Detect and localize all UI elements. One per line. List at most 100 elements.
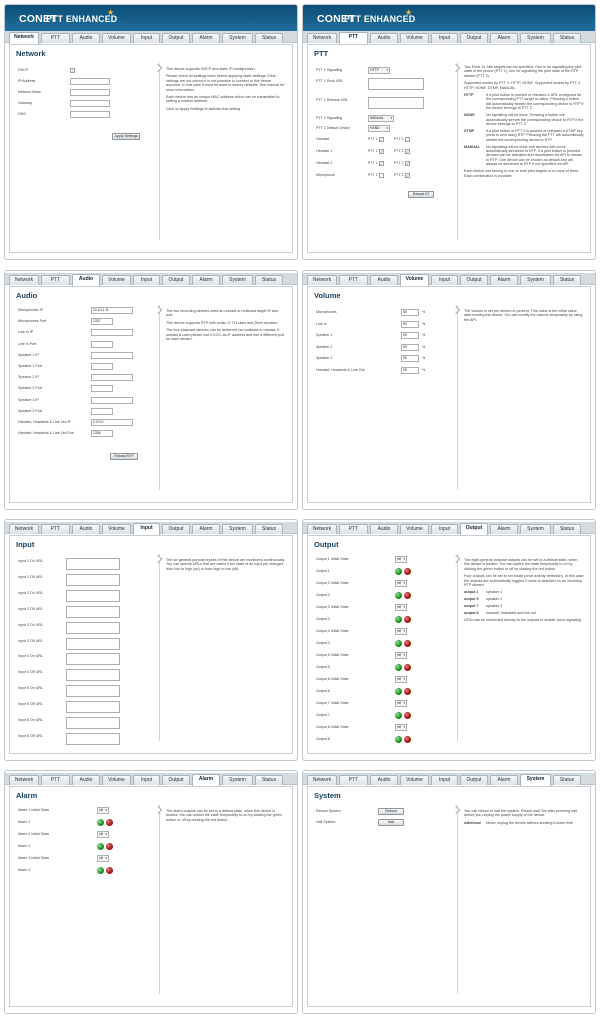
output-initial-state-select[interactable]: off ▾ [395, 604, 407, 611]
tab-volume[interactable]: Volume [102, 33, 131, 43]
tab-output[interactable]: Output [162, 775, 190, 785]
tab-network[interactable]: Network [307, 33, 337, 43]
led-on-button[interactable] [395, 592, 402, 599]
ptt1-checkbox[interactable]: ✓ [379, 149, 384, 154]
tab-status[interactable]: Status [255, 275, 283, 285]
audio-field-input[interactable]: 10.10.2.11 [91, 307, 133, 314]
led-on-button[interactable] [395, 616, 402, 623]
tab-alarm[interactable]: Alarm [490, 775, 518, 785]
reboot-button[interactable]: Reboot [378, 808, 404, 815]
led-on-button[interactable] [97, 867, 104, 874]
tab-status[interactable]: Status [255, 524, 283, 534]
tab-status[interactable]: Status [255, 775, 283, 785]
tab-ptt[interactable]: PTT [41, 275, 70, 285]
led-off-button[interactable] [404, 592, 411, 599]
input-url-input[interactable] [66, 653, 120, 666]
led-off-button[interactable] [106, 843, 113, 850]
ip-input[interactable] [70, 78, 110, 85]
alarm-initial-state-select[interactable]: off ▾ [97, 807, 109, 814]
input-url-input[interactable] [66, 637, 120, 650]
volume-input[interactable]: 90 [401, 366, 419, 374]
tab-input[interactable]: Input [133, 275, 160, 285]
ptt1-signalling-select[interactable]: HTTP ▾ [368, 67, 390, 74]
tab-status[interactable]: Status [553, 775, 581, 785]
tab-ptt[interactable]: PTT [339, 275, 368, 285]
volume-input[interactable]: 90 [401, 309, 419, 316]
tab-ptt[interactable]: PTT [339, 32, 368, 44]
led-off-button[interactable] [404, 640, 411, 647]
tab-volume[interactable]: Volume [102, 775, 131, 785]
volume-input[interactable]: 90 [401, 320, 419, 328]
tab-ptt[interactable]: PTT [41, 775, 70, 785]
tab-network[interactable]: Network [9, 32, 39, 44]
tab-input[interactable]: Input [431, 33, 458, 43]
audio-field-input[interactable] [91, 363, 113, 370]
audio-field-input[interactable] [91, 385, 113, 393]
tab-audio[interactable]: Audio [72, 524, 100, 534]
ptt2-default-device-select[interactable]: HAND ▾ [368, 125, 390, 132]
tab-ptt[interactable]: PTT [41, 524, 70, 534]
audio-field-input[interactable] [91, 340, 113, 348]
tab-audio[interactable]: Audio [370, 33, 398, 43]
volume-input[interactable]: 90 [401, 355, 419, 362]
ptt1-checkbox[interactable] [379, 173, 384, 178]
tab-volume[interactable]: Volume [400, 274, 429, 286]
input-url-input[interactable] [66, 573, 120, 586]
input-url-input[interactable] [66, 558, 120, 570]
tab-system[interactable]: System [520, 774, 551, 786]
led-off-button[interactable] [106, 819, 113, 826]
apply-settings-button[interactable]: Apply Settings [112, 133, 140, 140]
tab-alarm[interactable]: Alarm [490, 275, 518, 285]
tab-output[interactable]: Output [460, 523, 488, 535]
tab-status[interactable]: Status [255, 33, 283, 43]
tab-ptt[interactable]: PTT [339, 524, 368, 534]
input-url-input[interactable] [66, 669, 120, 682]
tab-output[interactable]: Output [162, 275, 190, 285]
ptt2-checkbox[interactable]: ✓ [405, 149, 410, 154]
led-on-button[interactable] [97, 819, 104, 826]
tab-input[interactable]: Input [431, 524, 458, 534]
tab-status[interactable]: Status [553, 275, 581, 285]
audio-field-input[interactable] [91, 329, 133, 337]
tab-status[interactable]: Status [553, 33, 581, 43]
tab-output[interactable]: Output [162, 524, 190, 534]
tab-alarm[interactable]: Alarm [192, 524, 220, 534]
tab-status[interactable]: Status [553, 524, 581, 534]
ptt1-checkbox[interactable]: ✓ [379, 137, 384, 142]
input-url-input[interactable] [66, 701, 120, 714]
tab-alarm[interactable]: Alarm [490, 524, 518, 534]
led-off-button[interactable] [404, 664, 411, 671]
tab-input[interactable]: Input [431, 775, 458, 785]
tab-audio[interactable]: Audio [370, 524, 398, 534]
tab-system[interactable]: System [222, 275, 253, 285]
audio-field-input[interactable] [91, 396, 133, 404]
tab-input[interactable]: Input [133, 33, 160, 43]
ptt2-checkbox[interactable]: ✓ [405, 173, 410, 178]
output-initial-state-select[interactable]: off ▾ [395, 580, 407, 587]
tab-system[interactable]: System [520, 275, 551, 285]
tab-audio[interactable]: Audio [72, 33, 100, 43]
tab-output[interactable]: Output [460, 775, 488, 785]
output-initial-state-select[interactable]: off ▾ [395, 628, 407, 635]
led-off-button[interactable] [404, 568, 411, 575]
tab-network[interactable]: Network [9, 275, 39, 285]
ptt2-checkbox[interactable] [405, 137, 410, 142]
tab-network[interactable]: Network [9, 524, 39, 534]
audio-field-input[interactable]: 1336 [91, 430, 113, 438]
input-url-input[interactable] [66, 717, 120, 729]
tab-network[interactable]: Network [9, 775, 39, 785]
audio-field-input[interactable]: 1337 [91, 318, 113, 326]
input-url-input[interactable] [66, 605, 120, 618]
tab-ptt[interactable]: PTT [339, 775, 368, 785]
led-on-button[interactable] [97, 843, 104, 850]
tab-alarm[interactable]: Alarm [192, 774, 220, 786]
audio-field-input[interactable] [91, 407, 113, 415]
tab-system[interactable]: System [222, 33, 253, 43]
tab-alarm[interactable]: Alarm [192, 275, 220, 285]
tab-volume[interactable]: Volume [400, 524, 429, 534]
ptt2-checkbox[interactable]: ✓ [405, 161, 410, 166]
dns-input[interactable] [70, 111, 110, 118]
halt-button[interactable]: Halt [378, 819, 404, 826]
tab-system[interactable]: System [520, 33, 551, 43]
volume-input[interactable]: 90 [401, 343, 419, 351]
